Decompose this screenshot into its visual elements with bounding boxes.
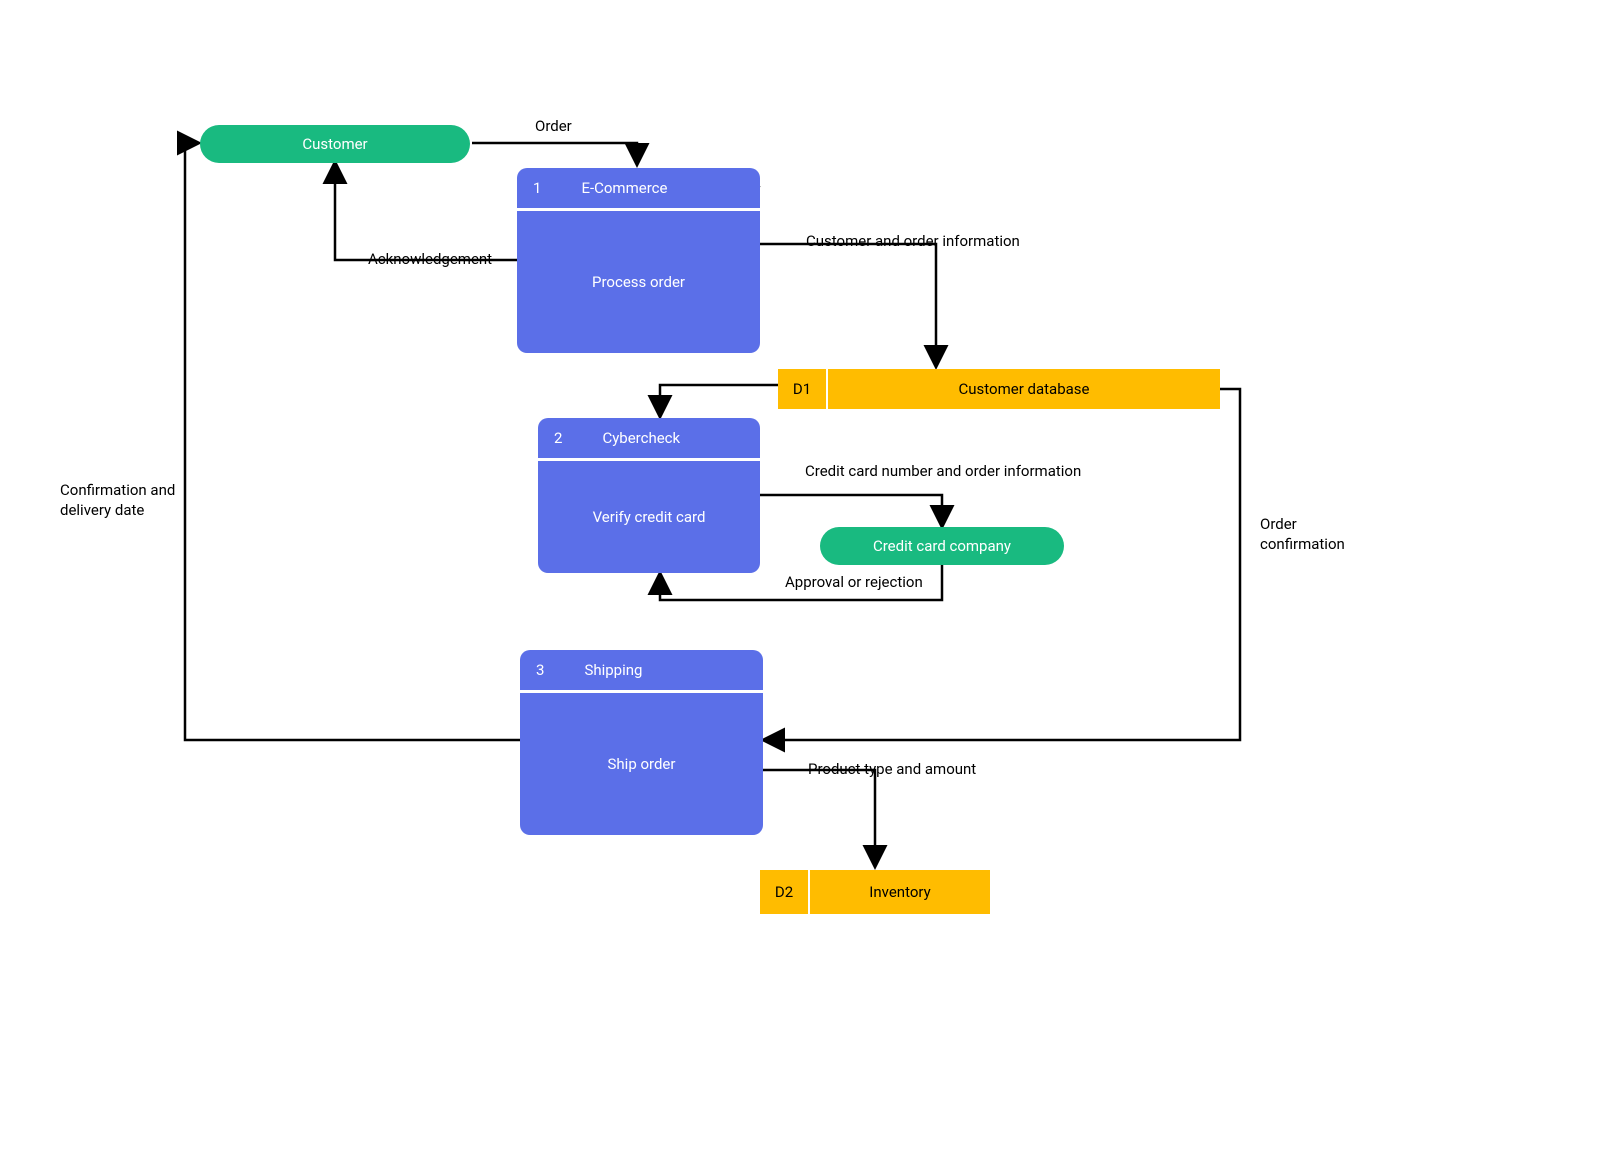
datastore-d2-label: Inventory bbox=[810, 883, 990, 901]
process-3-title: Shipping bbox=[572, 661, 747, 679]
flow-order: Order bbox=[535, 117, 572, 137]
flow-cc-number-order-info: Credit card number and order information bbox=[805, 462, 1081, 482]
entity-customer-label: Customer bbox=[302, 135, 367, 153]
process-2-number: 2 bbox=[554, 429, 562, 447]
process-2-title: Cybercheck bbox=[590, 429, 744, 447]
diagram-canvas: Customer 1 E-Commerce Process order D1 C… bbox=[0, 0, 1624, 1160]
datastore-d2-id: D2 bbox=[760, 870, 810, 914]
entity-customer: Customer bbox=[200, 125, 470, 163]
datastore-d1-label: Customer database bbox=[828, 380, 1220, 398]
process-1: 1 E-Commerce Process order bbox=[517, 168, 760, 353]
process-3-body: Ship order bbox=[608, 755, 676, 773]
process-3: 3 Shipping Ship order bbox=[520, 650, 763, 835]
process-3-number: 3 bbox=[536, 661, 544, 679]
entity-credit-card-company-label: Credit card company bbox=[873, 537, 1011, 555]
flow-acknowledgement: Acknowledgement bbox=[368, 250, 492, 270]
process-1-number: 1 bbox=[533, 179, 541, 197]
flow-confirmation-delivery: Confirmation and delivery date bbox=[60, 481, 175, 520]
flow-order-confirmation: Order confirmation bbox=[1260, 515, 1345, 554]
datastore-d1-id: D1 bbox=[778, 369, 828, 409]
process-2-body: Verify credit card bbox=[593, 508, 706, 526]
flow-customer-order-info: Customer and order information bbox=[806, 232, 1020, 252]
entity-credit-card-company: Credit card company bbox=[820, 527, 1064, 565]
datastore-d1: D1 Customer database bbox=[778, 369, 1220, 409]
flow-approval-rejection: Approval or rejection bbox=[785, 573, 923, 593]
flow-product-amount: Product type and amount bbox=[808, 760, 976, 780]
process-1-title: E-Commerce bbox=[569, 179, 744, 197]
datastore-d2: D2 Inventory bbox=[760, 870, 990, 914]
process-1-body: Process order bbox=[592, 273, 685, 291]
process-2: 2 Cybercheck Verify credit card bbox=[538, 418, 760, 573]
